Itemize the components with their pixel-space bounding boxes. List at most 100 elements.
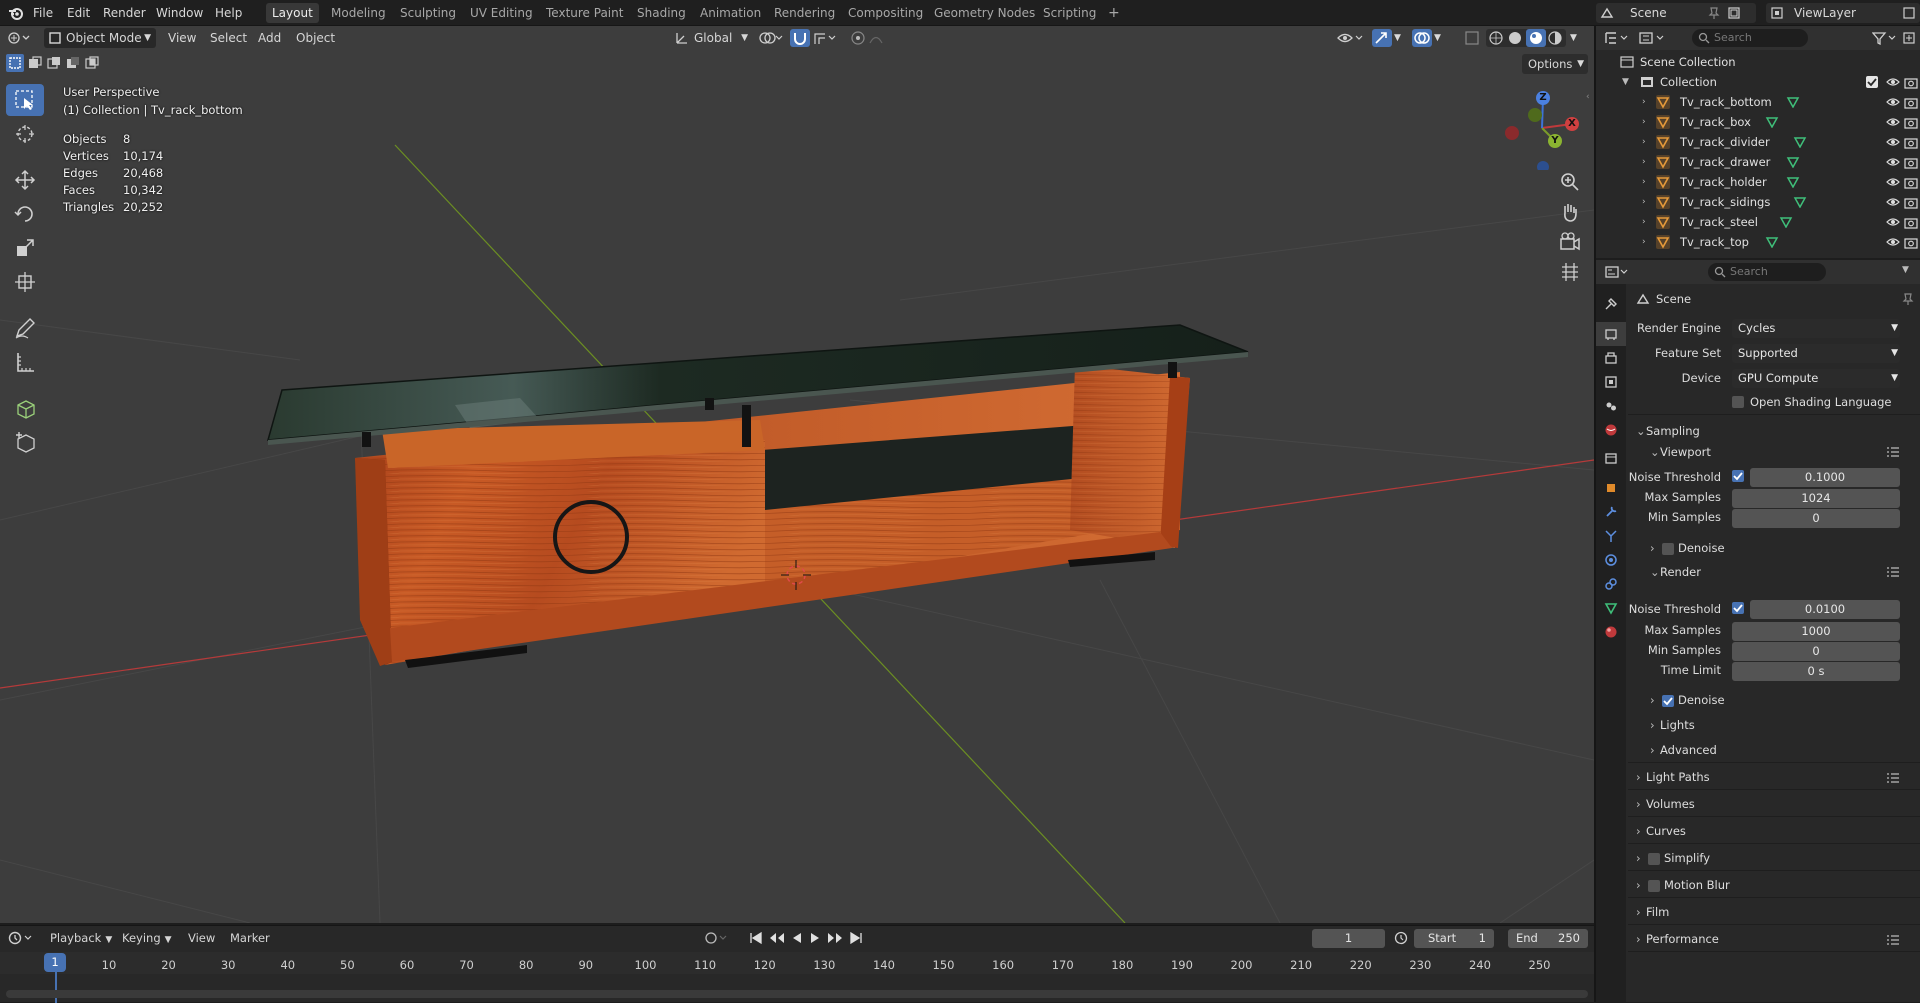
render-noise-threshold-checkbox[interactable] [1732,602,1744,614]
menu-select[interactable]: Select [210,28,247,48]
tab-modeling[interactable]: Modeling [325,3,392,23]
simplify-panel[interactable]: › Simplify [1636,851,1710,865]
cursor-tool-icon[interactable] [6,118,44,150]
render-max-samples-field[interactable]: 1000 [1732,622,1900,641]
camera-render-icon[interactable] [1904,95,1918,109]
chevron-right-icon[interactable]: › [1642,232,1646,252]
render-denoise-checkbox[interactable] [1662,695,1674,707]
menu-help[interactable]: Help [215,0,242,26]
list-options-icon[interactable] [1886,566,1900,578]
chevron-right-icon[interactable]: › [1642,152,1646,172]
chevron-down-icon[interactable]: ▼ [1394,30,1401,46]
chevron-right-icon[interactable]: › [1642,172,1646,192]
outliner-object-row[interactable]: › Tv_rack_holder [1596,172,1920,192]
menu-file[interactable]: File [33,0,53,26]
outliner-object-row[interactable]: › Tv_rack_drawer [1596,152,1920,172]
osl-checkbox[interactable] [1732,396,1744,408]
render-engine-dropdown[interactable]: Cycles ▼ [1732,319,1900,338]
gizmo-x-axis[interactable]: X [1565,117,1579,131]
material-tab-icon[interactable] [1596,620,1626,644]
select-extend-icon[interactable] [26,54,44,72]
device-dropdown[interactable]: GPU Compute ▼ [1732,369,1900,388]
mesh-data-icon[interactable] [1786,96,1800,108]
pan-view-icon[interactable] [1558,200,1582,224]
volumes-panel[interactable]: › Volumes [1636,797,1695,811]
tab-animation[interactable]: Animation [694,3,767,23]
proportional-editing-icon[interactable] [850,30,890,46]
viewport-noise-threshold-field[interactable]: 0.1000 [1750,468,1900,487]
tool-tab-icon[interactable] [1596,292,1626,316]
menu-view[interactable]: View [168,28,196,48]
viewport-subpanel-header[interactable]: ⌄Viewport [1650,445,1711,459]
rotate-tool-icon[interactable] [6,198,44,230]
chevron-right-icon[interactable]: › [1642,132,1646,152]
motion-blur-checkbox[interactable] [1648,880,1660,892]
gizmo-z-axis[interactable]: Z [1536,91,1550,105]
mesh-data-icon[interactable] [1779,216,1793,228]
eye-icon[interactable] [1886,76,1900,88]
chevron-down-icon[interactable]: ▼ [1622,72,1629,92]
eye-icon[interactable] [1886,196,1900,208]
pivot-point-icon[interactable] [758,30,784,46]
data-tab-icon[interactable] [1596,596,1626,620]
new-scene-icon[interactable] [1727,6,1741,20]
outliner-object-row[interactable]: › Tv_rack_divider [1596,132,1920,152]
chevron-right-icon[interactable]: › [1642,92,1646,112]
tab-uv-editing[interactable]: UV Editing [464,3,539,23]
motion-blur-panel[interactable]: › Motion Blur [1636,878,1730,892]
chevron-right-icon[interactable]: › [1642,192,1646,212]
camera-view-icon[interactable] [1558,230,1582,254]
transform-orientation-dropdown[interactable]: Global ▼ [672,28,748,48]
viewport-denoise-checkbox[interactable] [1662,543,1674,555]
tab-layout[interactable]: Layout [266,3,319,23]
select-subtract-icon[interactable] [45,54,63,72]
select-invert-icon[interactable] [64,54,82,72]
mode-dropdown[interactable]: Object Mode ▼ [44,28,156,48]
outliner-scene-collection[interactable]: Scene Collection [1596,52,1920,72]
modifier-tab-icon[interactable] [1596,500,1626,524]
constraints-tab-icon[interactable] [1596,572,1626,596]
mesh-data-icon[interactable] [1786,156,1800,168]
chevron-down-icon[interactable]: ▼ [1434,30,1441,46]
select-intersect-icon[interactable] [83,54,101,72]
lights-subpanel[interactable]: › Lights [1650,718,1695,732]
curves-panel[interactable]: › Curves [1636,824,1686,838]
xray-toggle-icon[interactable] [1464,30,1480,46]
viewport-max-samples-field[interactable]: 1024 [1732,489,1900,508]
camera-render-icon[interactable] [1904,115,1918,129]
output-tab-icon[interactable] [1596,346,1626,370]
pin-icon[interactable] [1902,292,1914,306]
solid-shading-icon[interactable] [1508,31,1522,45]
annotate-tool-icon[interactable] [6,312,44,344]
snap-toggle-icon[interactable] [790,29,810,47]
collection-exclude-checkbox[interactable] [1866,76,1878,88]
navigation-gizmo[interactable]: X Y Z [1500,86,1584,170]
chevron-down-icon[interactable]: ▼ [1902,265,1909,275]
outliner-object-row[interactable]: › Tv_rack_box [1596,112,1920,132]
object-tab-icon[interactable] [1596,476,1626,500]
tab-shading[interactable]: Shading [631,3,692,23]
camera-render-icon[interactable] [1904,195,1918,209]
camera-render-icon[interactable] [1904,155,1918,169]
chevron-down-icon[interactable]: ▼ [1570,30,1577,46]
gizmo-y-axis[interactable]: Y [1548,134,1562,148]
viewport-min-samples-field[interactable]: 0 [1732,509,1900,528]
camera-render-icon[interactable] [1904,215,1918,229]
3d-viewport[interactable]: Object Mode ▼ View Select Add Object Glo… [0,26,1594,923]
add-workspace-button[interactable]: + [1102,3,1126,23]
filter-icon[interactable] [1872,31,1898,45]
rendered-shading-icon[interactable] [1548,31,1562,45]
overlays-toggle-icon[interactable] [1412,29,1432,47]
light-paths-panel[interactable]: › Light Paths [1636,770,1710,784]
outliner-object-row[interactable]: › Tv_rack_top [1596,232,1920,252]
material-preview-shading-icon[interactable] [1526,29,1546,47]
select-new-icon[interactable] [6,54,24,72]
outliner-search-input[interactable]: Search [1692,29,1808,47]
tab-sculpting[interactable]: Sculpting [394,3,462,23]
zoom-view-icon[interactable] [1558,170,1582,194]
eye-icon[interactable] [1886,156,1900,168]
render-denoise-subpanel[interactable]: › Denoise [1650,693,1725,707]
scene-selector[interactable]: Scene [1596,3,1756,23]
viewport-noise-threshold-checkbox[interactable] [1732,470,1744,482]
options-dropdown[interactable]: Options ▼ [1522,54,1588,74]
